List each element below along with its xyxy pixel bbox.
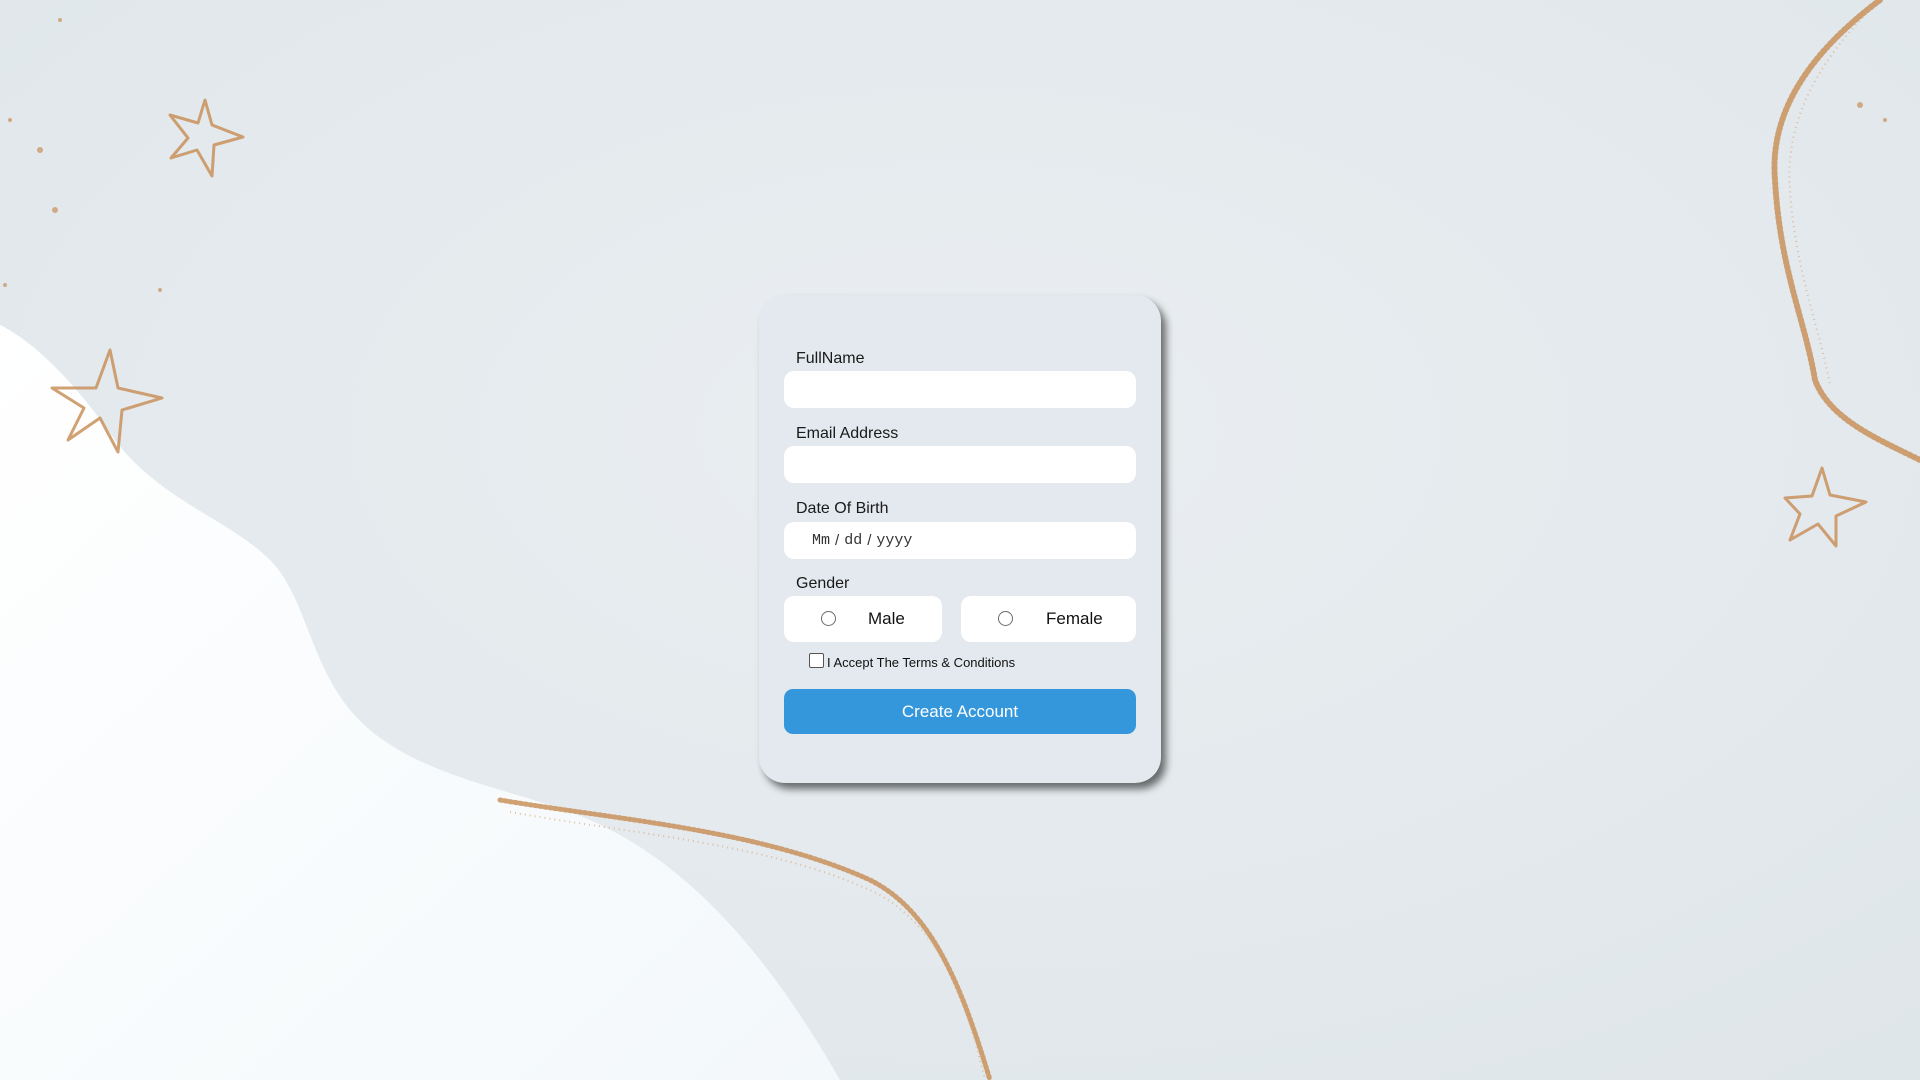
create-account-button[interactable]: Create Account [784, 689, 1136, 734]
email-label: Email Address [796, 425, 899, 442]
dob-label: Date Of Birth [796, 500, 889, 517]
radio-female[interactable] [998, 611, 1013, 626]
gender-option-male[interactable]: Male [784, 596, 942, 642]
radio-male[interactable] [821, 611, 836, 626]
fullname-label: FullName [796, 350, 865, 367]
gender-option-label: Male [868, 609, 905, 628]
dob-separator: / [867, 532, 872, 549]
fullname-input[interactable] [784, 371, 1136, 408]
dob-month-placeholder: Mm [812, 532, 831, 549]
terms-label: I Accept The Terms & Conditions [827, 655, 1016, 670]
gender-option-female[interactable]: Female [961, 596, 1136, 642]
email-input[interactable] [784, 446, 1136, 483]
terms-checkbox[interactable] [809, 653, 824, 668]
gender-label: Gender [796, 575, 850, 592]
dob-day-placeholder: dd [844, 532, 863, 549]
dob-year-placeholder: yyyy [876, 532, 913, 549]
dob-input[interactable]: Mm / dd / yyyy [784, 522, 1136, 559]
gender-option-label: Female [1046, 609, 1103, 628]
signup-card: FullName Email Address Date Of Birth Mm … [759, 295, 1161, 783]
terms-row[interactable]: I Accept The Terms & Conditions [809, 653, 1016, 670]
dob-separator: / [835, 532, 840, 549]
